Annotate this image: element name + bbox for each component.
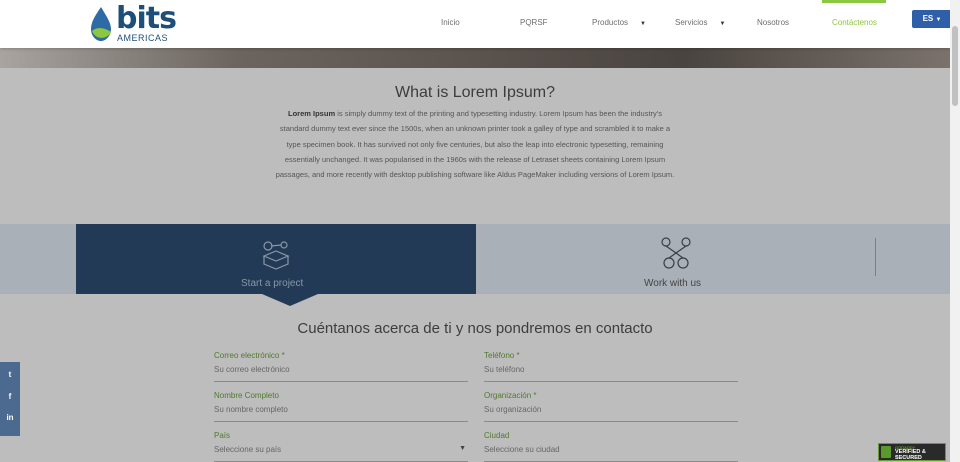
email-field[interactable]: Correo electrónico * Su correo electróni… — [214, 351, 468, 382]
badge-verify: VERIFY SECURITY — [895, 455, 922, 459]
security-badge[interactable]: GODADDY VERIFIED & SECURED VERIFY SECURI… — [878, 443, 946, 461]
nav-productos-label: Productos — [592, 18, 629, 27]
country-label: País — [214, 431, 231, 440]
language-label: ES — [922, 14, 934, 23]
country-placeholder: Seleccione su país — [214, 445, 282, 454]
organization-label: Organización * — [484, 391, 537, 400]
brand-logo[interactable]: bits AMERICAS — [86, 1, 177, 43]
about-body: is simply dummy text of the printing and… — [275, 109, 675, 180]
drop-logo-icon — [91, 7, 111, 41]
facebook-icon[interactable]: f — [0, 392, 20, 401]
about-section: What is Lorem Ipsum? Lorem Ipsum is simp… — [0, 68, 950, 224]
city-select[interactable]: Ciudad Seleccione su ciudad — [484, 431, 738, 462]
hero-image — [0, 48, 950, 68]
tab-start-project-label: Start a project — [241, 278, 304, 289]
email-label: Correo electrónico * — [214, 351, 285, 360]
nav-productos[interactable]: Productos ▼ — [592, 18, 646, 27]
about-paragraph: Lorem Ipsum is simply dummy text of the … — [275, 106, 675, 182]
brand-word: bits — [116, 1, 177, 36]
caret-down-icon: ▼ — [719, 21, 726, 27]
full-name-field[interactable]: Nombre Completo Su nombre completo — [214, 391, 468, 422]
about-lead: Lorem Ipsum — [288, 109, 336, 118]
organization-field[interactable]: Organización * Su organización — [484, 391, 738, 422]
contact-form: Cuéntanos acerca de ti y nos pondremos e… — [0, 294, 950, 462]
email-placeholder: Su correo electrónico — [214, 365, 290, 374]
project-icon — [262, 241, 290, 270]
city-label: Ciudad — [484, 431, 510, 440]
nav-active-indicator — [822, 0, 886, 3]
phone-field[interactable]: Teléfono * Su teléfono — [484, 351, 738, 382]
organization-placeholder: Su organización — [484, 405, 542, 414]
twitter-icon[interactable]: t — [0, 370, 20, 379]
active-tab-arrow — [262, 294, 318, 306]
city-placeholder: Seleccione su ciudad — [484, 445, 560, 454]
full-name-placeholder: Su nombre completo — [214, 405, 288, 414]
tab-work-with-us-label: Work with us — [644, 278, 702, 289]
brand-sub: AMERICAS — [117, 33, 169, 43]
tab-divider — [875, 238, 876, 276]
page-scrollbar[interactable] — [950, 0, 960, 462]
caret-down-icon: ▼ — [459, 445, 466, 452]
scrollbar-thumb[interactable] — [952, 26, 958, 106]
tab-work-with-us[interactable]: Work with us — [476, 224, 876, 294]
nav-contactenos[interactable]: Contáctenos — [832, 18, 877, 27]
nav-nosotros[interactable]: Nosotros — [757, 18, 789, 27]
phone-placeholder: Su teléfono — [484, 365, 525, 374]
language-button[interactable]: ES ▼ — [912, 10, 952, 28]
contact-tabs: Start a project Work with us — [0, 224, 950, 306]
tab-start-project[interactable]: Start a project — [76, 224, 476, 294]
about-title: What is Lorem Ipsum? — [394, 84, 556, 101]
shield-icon — [881, 446, 891, 458]
nav-servicios-label: Servicios — [675, 18, 708, 27]
phone-label: Teléfono * — [484, 351, 520, 360]
site-header: bits AMERICAS Inicio PQRSF Productos ▼ Se… — [0, 0, 952, 48]
country-select[interactable]: País Seleccione su país ▼ — [214, 431, 468, 462]
linkedin-icon[interactable]: in — [0, 413, 20, 422]
caret-down-icon: ▼ — [640, 21, 646, 27]
nav-servicios[interactable]: Servicios ▼ — [675, 18, 725, 27]
caret-down-icon: ▼ — [935, 17, 942, 23]
full-name-label: Nombre Completo — [214, 391, 279, 400]
social-sidebar: t f in — [0, 362, 20, 436]
form-title: Cuéntanos acerca de ti y nos pondremos e… — [297, 320, 653, 337]
nav-inicio[interactable]: Inicio — [441, 18, 460, 27]
nav-pqrsf[interactable]: PQRSF — [520, 18, 548, 27]
team-icon — [661, 237, 691, 269]
